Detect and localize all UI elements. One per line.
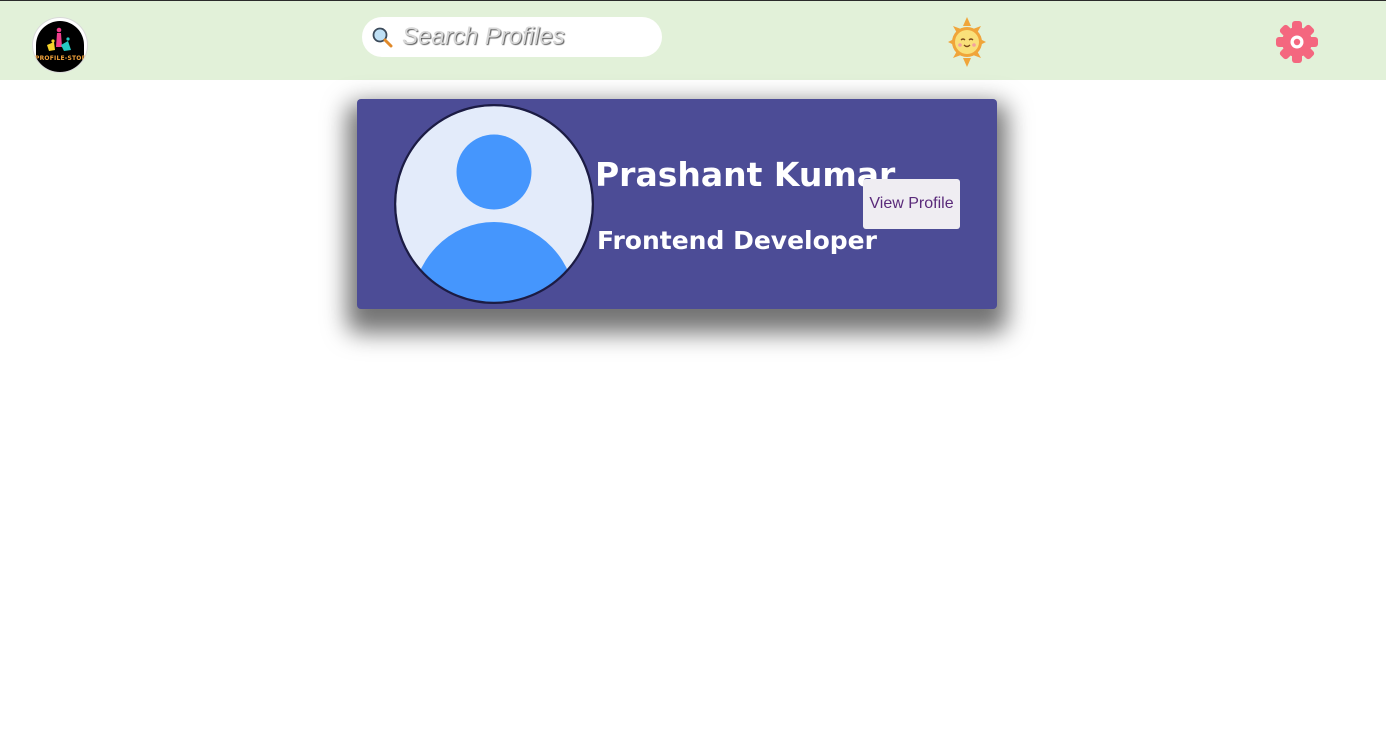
profile-store-logo[interactable]: PROFILE-STORE <box>33 18 87 72</box>
avatar <box>393 103 595 305</box>
profile-card: Prashant Kumar Frontend Developer View P… <box>357 99 997 309</box>
gear-icon <box>1276 21 1318 63</box>
search-input[interactable] <box>402 17 652 57</box>
user-avatar-icon <box>394 104 594 304</box>
theme-toggle-button[interactable] <box>946 17 988 67</box>
profile-name: Prashant Kumar <box>595 155 896 194</box>
logo-graphic-icon <box>36 21 84 72</box>
logo-text: PROFILE-STORE <box>35 55 87 62</box>
sun-icon <box>948 17 986 67</box>
settings-button[interactable] <box>1275 20 1319 64</box>
search-icon <box>372 27 393 48</box>
profile-role: Frontend Developer <box>597 226 877 255</box>
view-profile-button[interactable]: View Profile <box>863 179 960 229</box>
search-bar <box>362 17 662 57</box>
top-navbar: PROFILE-STORE <box>0 0 1386 80</box>
